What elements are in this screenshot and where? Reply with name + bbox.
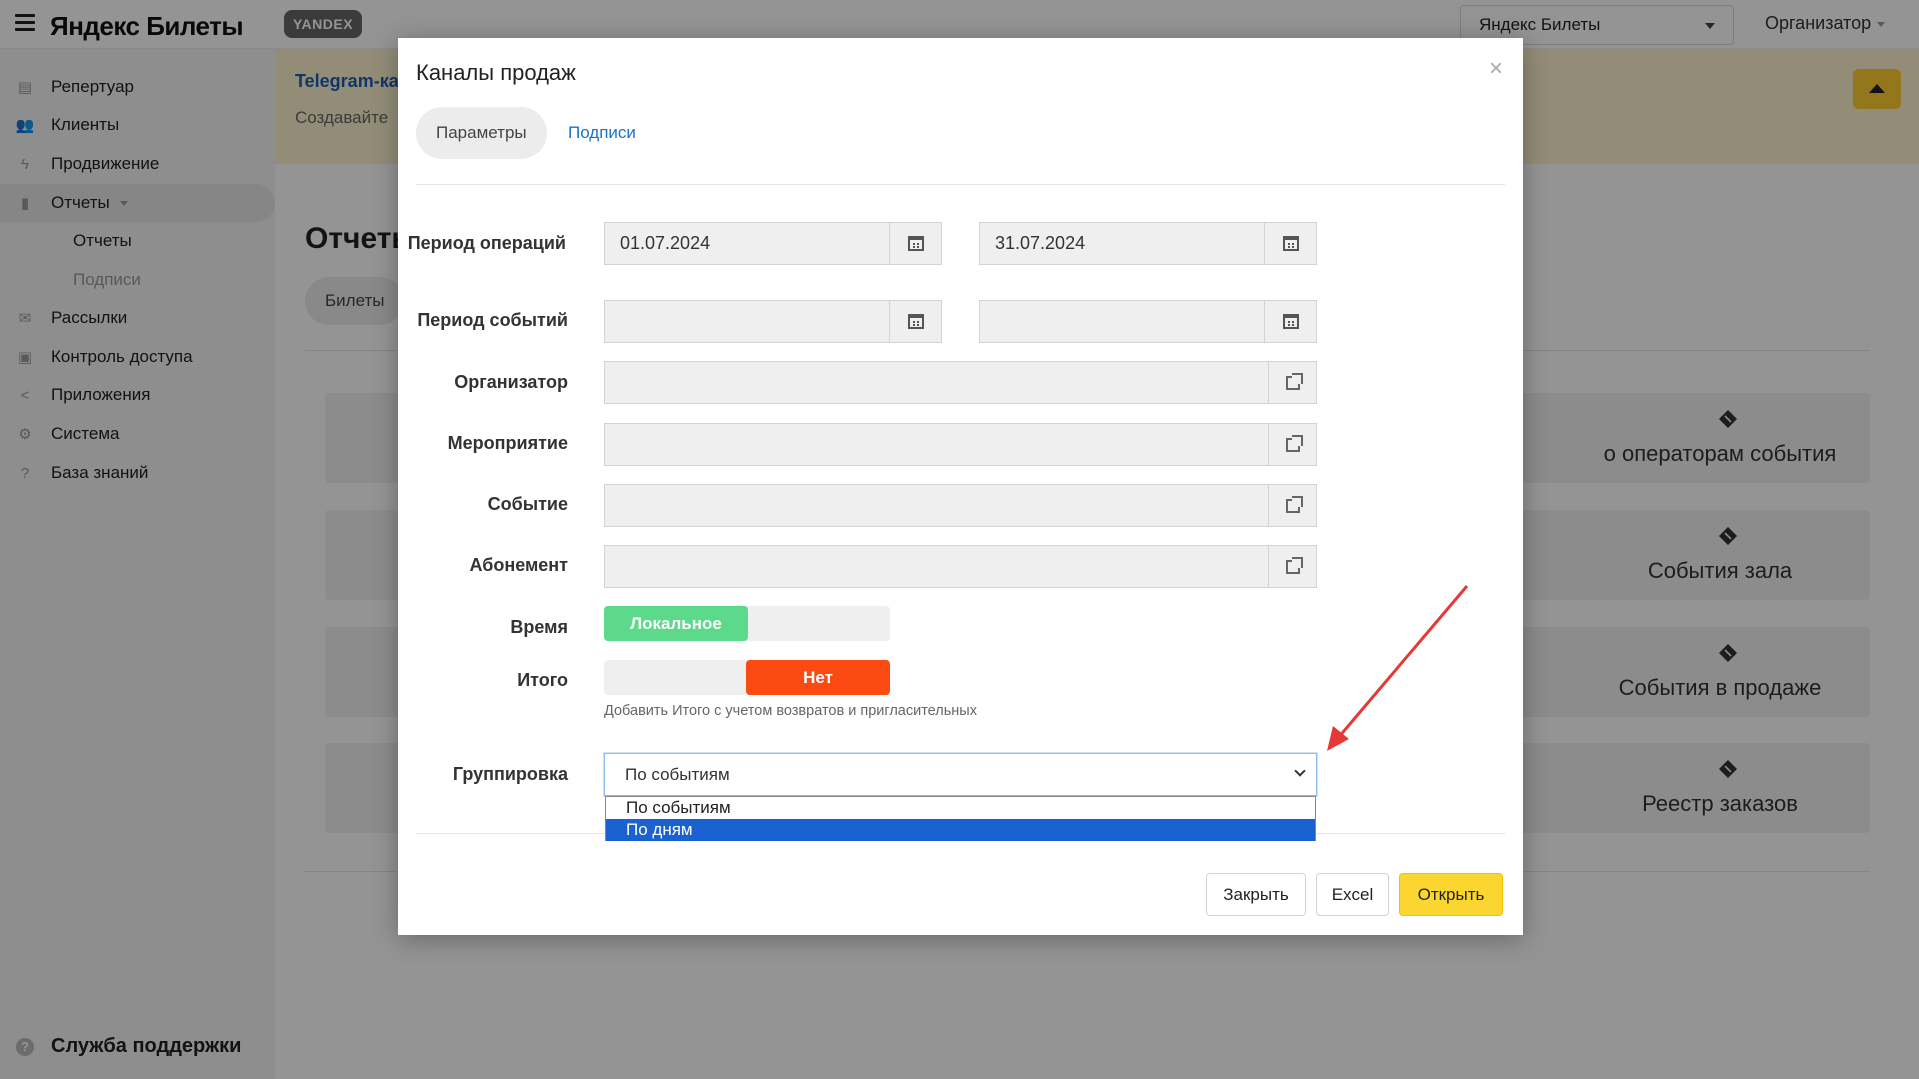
period-events-to[interactable] (979, 300, 1317, 343)
external-link-icon (1285, 556, 1303, 574)
calendar-button[interactable] (1264, 301, 1316, 342)
period-events-label: Период событий (417, 310, 568, 330)
organizer-field[interactable] (604, 361, 1317, 404)
event-field[interactable] (604, 423, 1317, 466)
session-label: Событие (487, 494, 568, 514)
calendar-icon (907, 236, 924, 251)
calendar-icon (907, 314, 924, 329)
open-picker-button[interactable] (1268, 485, 1316, 526)
excel-button[interactable]: Excel (1316, 873, 1389, 916)
calendar-icon (1282, 314, 1299, 329)
tab-parameters[interactable]: Параметры (416, 107, 547, 159)
sales-channels-dialog: Каналы продаж × Параметры Подписи Период… (398, 38, 1523, 935)
date-value: 31.07.2024 (995, 233, 1086, 253)
grouping-dropdown: По событиям По дням (605, 796, 1316, 841)
total-label: Итого (517, 670, 568, 690)
period-events-from[interactable] (604, 300, 942, 343)
period-operations-label: Период операций (407, 233, 566, 253)
organizer-label: Организатор (454, 372, 568, 392)
dropdown-option-by-days[interactable]: По дням (606, 819, 1315, 841)
calendar-button[interactable] (889, 223, 941, 264)
tab-signatures[interactable]: Подписи (568, 107, 636, 159)
open-button[interactable]: Открыть (1399, 873, 1503, 916)
close-button[interactable]: Закрыть (1206, 873, 1306, 916)
open-picker-button[interactable] (1268, 546, 1316, 587)
total-toggle-no[interactable]: Нет (746, 660, 890, 695)
period-operations-from[interactable]: 01.07.2024 (604, 222, 942, 265)
divider (416, 184, 1505, 185)
grouping-label: Группировка (452, 764, 568, 784)
dialog-title: Каналы продаж (416, 60, 576, 85)
grouping-select[interactable]: По событиям (604, 753, 1317, 796)
calendar-button[interactable] (889, 301, 941, 342)
calendar-icon (1282, 236, 1299, 251)
dropdown-option-by-events[interactable]: По событиям (606, 797, 1315, 819)
event-label: Мероприятие (447, 433, 568, 453)
close-icon[interactable]: × (1489, 55, 1503, 83)
total-hint: Добавить Итого с учетом возвратов и приг… (604, 703, 977, 719)
total-toggle[interactable]: Нет (604, 660, 890, 695)
period-operations-to[interactable]: 31.07.2024 (979, 222, 1317, 265)
time-toggle[interactable]: Локальное (604, 606, 890, 641)
external-link-icon (1285, 434, 1303, 452)
external-link-icon (1285, 495, 1303, 513)
calendar-button[interactable] (1264, 223, 1316, 264)
date-value: 01.07.2024 (620, 233, 711, 253)
time-label: Время (510, 617, 568, 637)
chevron-down-icon (1294, 765, 1306, 777)
open-picker-button[interactable] (1268, 424, 1316, 465)
subscription-label: Абонемент (469, 555, 568, 575)
subscription-field[interactable] (604, 545, 1317, 588)
session-field[interactable] (604, 484, 1317, 527)
open-picker-button[interactable] (1268, 362, 1316, 403)
grouping-select-value: По событиям (625, 765, 730, 784)
time-toggle-local[interactable]: Локальное (604, 606, 748, 641)
external-link-icon (1285, 372, 1303, 390)
